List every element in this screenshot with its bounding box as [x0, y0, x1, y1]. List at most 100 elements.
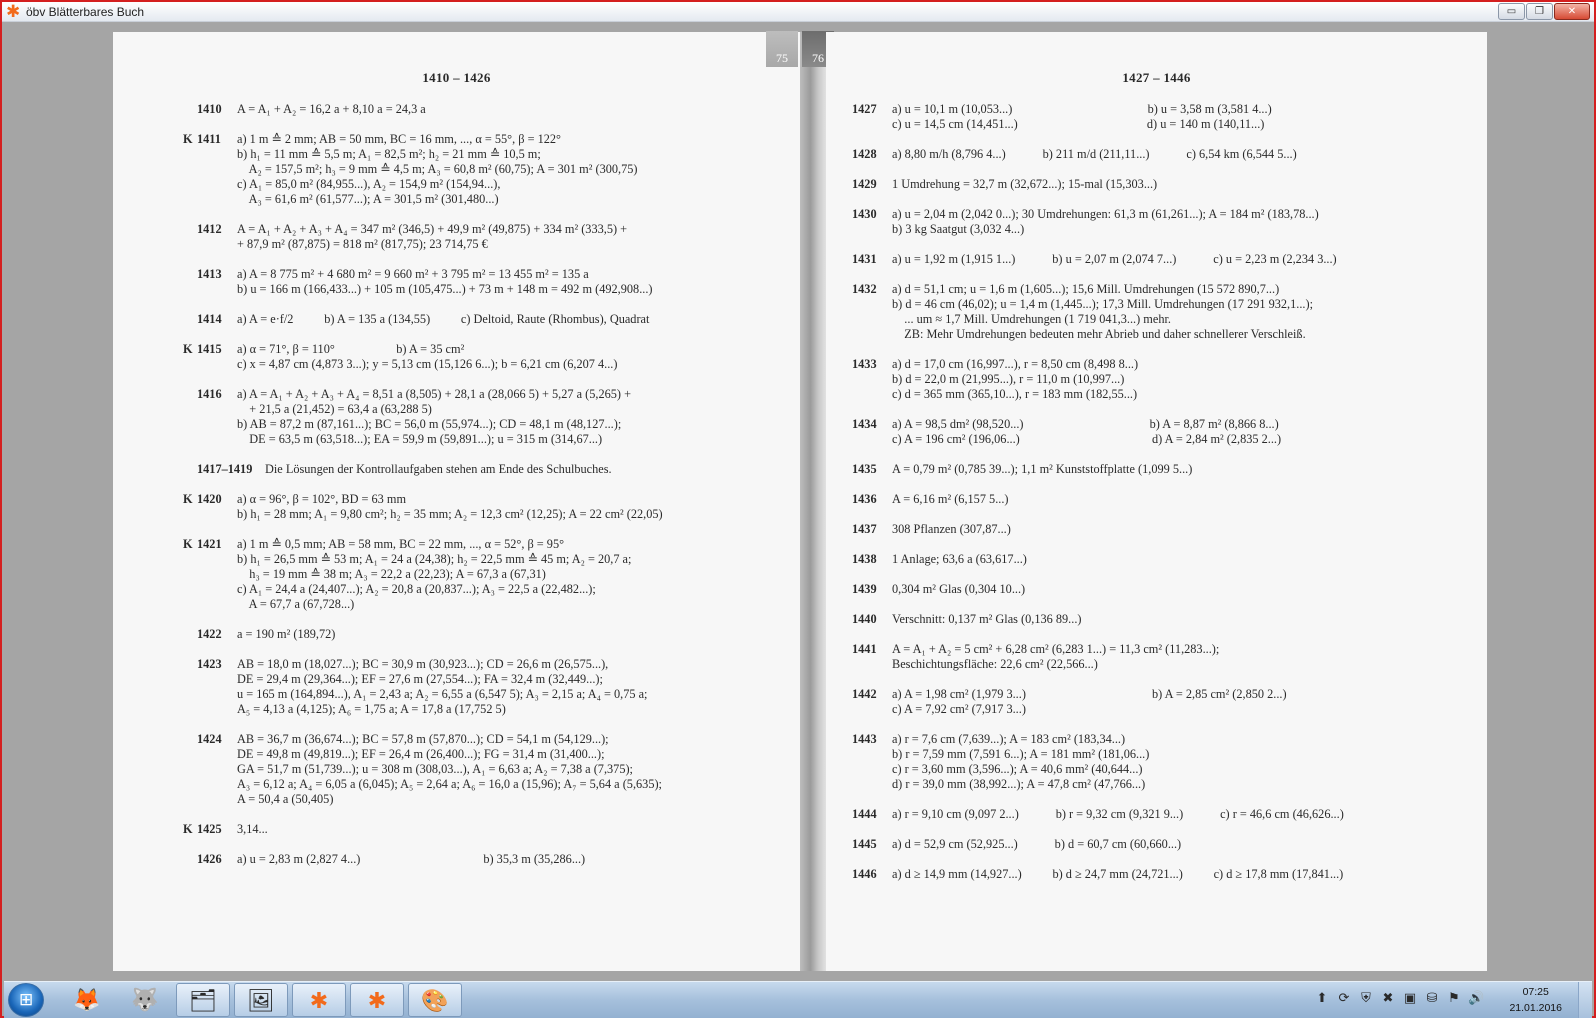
solution-line: ... um ≈ 1,7 Mill. Umdrehungen (1 719 04…	[892, 312, 1171, 326]
restore-button[interactable]: ❐	[1526, 3, 1553, 20]
page-tab-left[interactable]: 75	[766, 31, 798, 67]
task-number: 1437	[852, 522, 877, 536]
solution-line: b) r = 7,59 mm (7,591 6...); A = 181 mm²…	[892, 747, 1150, 761]
task-number: 1432	[852, 282, 877, 296]
tray-icon[interactable]: ⚑	[1446, 990, 1462, 1006]
solution-text: a) A = 8 775 m² + 4 680 m² = 9 660 m² + …	[237, 267, 653, 297]
solution-line: DE = 29,4 m (29,364...); EF = 27,6 m (27…	[237, 672, 603, 686]
start-button[interactable]: ⊞	[8, 983, 44, 1017]
show-desktop-button[interactable]	[1578, 982, 1592, 1018]
solution-text: a = 190 m² (189,72)	[237, 627, 335, 642]
solution-text: A = A₁ + A₂ = 5 cm² + 6,28 cm² (6,283 1.…	[892, 642, 1219, 672]
solution-text: 3,14...	[237, 822, 268, 837]
task-number: 1436	[852, 492, 877, 506]
tray-icon[interactable]: 🔊	[1468, 990, 1484, 1006]
solution-line: A = 6,16 m² (6,157 5...)	[892, 492, 1009, 506]
solution-line: a) α = 71°, β = 110° b) A = 35 cm²	[237, 342, 465, 356]
solution-line: A₃ = 61,6 m² (61,577...); A = 301,5 m² (…	[237, 192, 499, 206]
solution-line: A = 50,4 a (50,405)	[237, 792, 334, 806]
file-explorer-icon[interactable]: 🗂	[176, 983, 230, 1017]
tray-icon[interactable]: ⟳	[1336, 990, 1352, 1006]
solution-line: AB = 36,7 m (36,674...); BC = 57,8 m (57…	[237, 732, 609, 746]
task-number: 1434	[852, 417, 877, 431]
title-bar[interactable]: ✱ öbv Blätterbares Buch ▭ ❐ ✕	[2, 2, 1594, 22]
solution-text: A = 0,79 m² (0,785 39...); 1,1 m² Kunsts…	[892, 462, 1192, 477]
clock-time: 07:25	[1522, 986, 1549, 998]
solution-text: AB = 18,0 m (18,027...); BC = 30,9 m (30…	[237, 657, 647, 717]
solution-text: a) α = 71°, β = 110° b) A = 35 cm² c) x =…	[237, 342, 617, 372]
solution-line: a = 190 m² (189,72)	[237, 627, 336, 641]
obv-book-icon-2[interactable]: ✱	[350, 983, 404, 1017]
page-left[interactable]: 1410 – 1426 1410 A = A₁ + A₂ = 16,2 a + 8…	[113, 32, 800, 971]
solution-line: Verschnitt: 0,137 m² Glas (0,136 89...)	[892, 612, 1082, 626]
solution-line: b) h₁ = 11 mm ≙ 5,5 m; A₁ = 82,5 m²; h₂ …	[237, 147, 541, 161]
solution-line: a) A = A₁ + A₂ + A₃ + A₄ = 8,51 a (8,505…	[237, 387, 632, 401]
task-number: 1424	[197, 732, 222, 746]
minimize-button[interactable]: ▭	[1498, 3, 1525, 20]
solution-line: u = 165 m (164,894...), A₁ = 2,43 a; A₂ …	[237, 687, 648, 701]
solution-line: c) A = 7,92 cm² (7,917 3...)	[892, 702, 1026, 716]
page-right[interactable]: 1427 – 1446 1427 a) u = 10,1 m (10,053...…	[826, 32, 1487, 971]
task-number: 1438	[852, 552, 877, 566]
taskbar: ⊞ 🦊 🐺 🗂 🖼 ✱ ✱ 🎨 ⬆ ⟳ ⛨ ✖ ▣ ⛁ ⚑ 🔊 07:25 21.01.2016	[4, 981, 1592, 1018]
solution-line: GA = 51,7 m (51,739...); u = 308 m (308,…	[237, 762, 633, 776]
solution-line: 3,14...	[237, 822, 268, 836]
solution-line: Die Lösungen der Kontrollaufgaben stehen…	[265, 462, 612, 476]
solution-line: b) d = 22,0 m (21,995...), r = 11,0 m (1…	[892, 372, 1125, 386]
solution-line: A = A₁ + A₂ = 5 cm² + 6,28 cm² (6,283 1.…	[892, 642, 1220, 656]
close-button[interactable]: ✕	[1554, 3, 1590, 20]
solution-line: a) α = 96°, β = 102°, BD = 63 mm	[237, 492, 407, 506]
solution-line: c) A₁ = 85,0 m² (84,955...), A₂ = 154,9 …	[237, 177, 501, 191]
solution-text: a) 1 m ≙ 0,5 mm; AB = 58 mm, BC = 22 mm,…	[237, 537, 631, 612]
solution-line: a) d = 17,0 cm (16,997...), r = 8,50 cm …	[892, 357, 1139, 371]
solution-line: a) d = 52,9 cm (52,925...) b) d = 60,7 c…	[892, 837, 1182, 851]
task-number: 1443	[852, 732, 877, 746]
task-number: 1444	[852, 807, 877, 821]
obv-book-icon[interactable]: ✱	[292, 983, 346, 1017]
solution-line: a) r = 7,6 cm (7,639...); A = 183 cm² (1…	[892, 732, 1126, 746]
task-number: 1433	[852, 357, 877, 371]
solution-line: a) 8,80 m/h (8,796 4...) b) 211 m/d (211…	[892, 147, 1297, 161]
app-window: ✱ öbv Blätterbares Buch ▭ ❐ ✕ 1410 – 142…	[0, 0, 1596, 1018]
task-number: 1410	[197, 102, 222, 116]
image-viewer-icon[interactable]: 🖼	[234, 983, 288, 1017]
tray-icon[interactable]: ✖	[1380, 990, 1396, 1006]
solution-text: A = A₁ + A₂ + A₃ + A₄ = 347 m² (346,5) +…	[237, 222, 627, 252]
tray-icon[interactable]: ⛨	[1358, 990, 1374, 1006]
paint-icon[interactable]: 🎨	[408, 983, 462, 1017]
task-number: 1416	[197, 387, 222, 401]
solution-line: a) A = 98,5 dm² (98,520...) b) A = 8,87 …	[892, 417, 1279, 431]
solution-text: a) r = 7,6 cm (7,639...); A = 183 cm² (1…	[892, 732, 1149, 792]
solution-line: a) u = 2,83 m (2,827 4...) b) 35,3 m (35…	[237, 852, 586, 866]
task-number: 1439	[852, 582, 877, 596]
solution-line: c) A₁ = 24,4 a (24,407...); A₂ = 20,8 a …	[237, 582, 596, 596]
tray-icon[interactable]: ⛁	[1424, 990, 1440, 1006]
gimp-icon[interactable]: 🐺	[118, 983, 172, 1017]
solution-line: 0,304 m² Glas (0,304 10...)	[892, 582, 1026, 596]
solution-line: a) d = 51,1 cm; u = 1,6 m (1,605...); 15…	[892, 282, 1280, 296]
task-number: 1421	[197, 537, 222, 551]
solution-text: a) A = 1,98 cm² (1,979 3...) b) A = 2,85…	[892, 687, 1287, 717]
control-task-marker: K	[183, 492, 193, 506]
solution-text: 0,304 m² Glas (0,304 10...)	[892, 582, 1025, 597]
solution-text: A = 6,16 m² (6,157 5...)	[892, 492, 1009, 507]
solution-text: a) u = 2,83 m (2,827 4...) b) 35,3 m (35…	[237, 852, 585, 867]
solution-text: a) d = 17,0 cm (16,997...), r = 8,50 cm …	[892, 357, 1138, 402]
solution-text: a) A = 98,5 dm² (98,520...) b) A = 8,87 …	[892, 417, 1281, 447]
task-number: 1425	[197, 822, 222, 836]
task-number: 1413	[197, 267, 222, 281]
clock[interactable]: 07:25 21.01.2016	[1509, 984, 1562, 1016]
clock-date: 21.01.2016	[1509, 1002, 1562, 1014]
tray-icon[interactable]: ⬆	[1314, 990, 1330, 1006]
firefox-icon[interactable]: 🦊	[60, 983, 114, 1017]
book-gutter	[800, 32, 826, 971]
solution-text: a) u = 1,92 m (1,915 1...) b) u = 2,07 m…	[892, 252, 1337, 267]
tray-icon[interactable]: ▣	[1402, 990, 1418, 1006]
task-number: 1426	[197, 852, 222, 866]
solution-text: a) A = A₁ + A₂ + A₃ + A₄ = 8,51 a (8,505…	[237, 387, 631, 447]
solution-line: DE = 49,8 m (49,819...); EF = 26,4 m (26…	[237, 747, 605, 761]
task-number: 1417–1419	[197, 462, 253, 476]
task-number: 1435	[852, 462, 877, 476]
task-number: 1429	[852, 177, 877, 191]
solution-line: + 87,9 m² (87,875) = 818 m² (817,75); 23…	[237, 237, 488, 251]
